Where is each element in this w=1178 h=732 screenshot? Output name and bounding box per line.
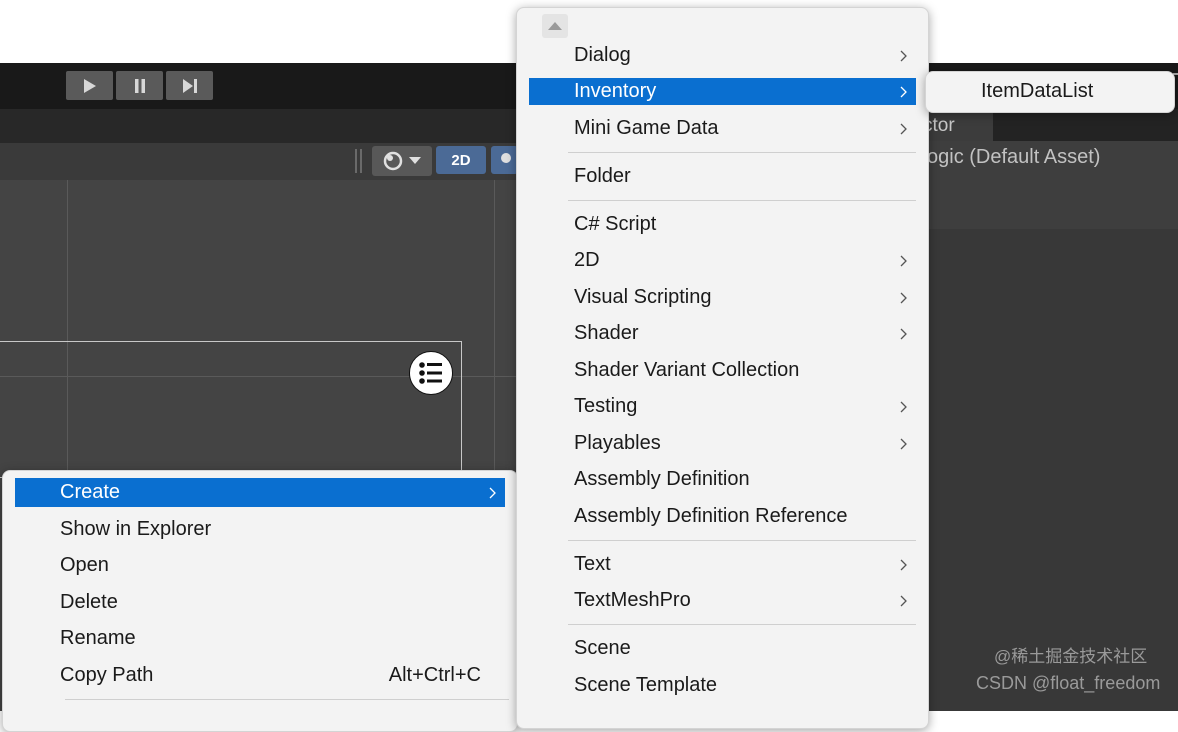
menu-item-inventory[interactable]: Inventory [529,78,916,105]
menu-item-assembly-definition[interactable]: Assembly Definition [529,465,916,494]
chevron-right-icon [896,283,910,312]
menu-item-label: Dialog [574,44,631,66]
step-icon [182,78,197,93]
menu-item-csharp-script[interactable]: C# Script [529,210,916,239]
menu-item-delete[interactable]: Delete [15,588,505,617]
create-submenu: Dialog Inventory Mini Game Data Folder C… [516,7,929,729]
pause-button[interactable] [116,71,163,100]
menu-item-label: C# Script [574,213,657,235]
menu-item-label: Open [60,554,109,576]
menu-item-label: Folder [574,165,631,187]
menu-item-label: Mini Game Data [574,117,719,139]
menu-item-label: Testing [574,395,638,417]
menu-item-text[interactable]: Text [529,550,916,579]
chevron-right-icon [896,429,910,458]
step-button[interactable] [166,71,213,100]
chevron-right-icon [896,114,910,143]
chevron-right-icon [896,550,910,579]
menu-separator [568,152,916,153]
shortcut-text: Alt+Ctrl+C [388,664,481,686]
sphere-icon [383,151,403,171]
mode-2d-button[interactable]: 2D [436,146,486,174]
menu-item-dialog[interactable]: Dialog [529,41,916,70]
light-bulb-icon [500,153,511,163]
menu-item-open[interactable]: Open [15,551,505,580]
menu-item-scene-template[interactable]: Scene Template [529,671,916,700]
project-context-menu: Create Show in Explorer Open Delete Rena… [2,470,518,732]
menu-item-label: Inventory [574,80,657,102]
toolbar-divider [355,149,357,173]
menu-item-label: Shader [574,322,639,344]
menu-item-label: 2D [574,249,600,271]
menu-item-copy-path[interactable]: Copy Path Alt+Ctrl+C [15,661,505,690]
scroll-up-arrow[interactable] [542,14,568,38]
scene-bounds-rect [0,341,462,478]
menu-item-label: Visual Scripting [574,286,712,308]
menu-item-create[interactable]: Create [15,478,505,507]
menu-item-label: Assembly Definition [574,468,750,490]
menu-item-show-in-explorer[interactable]: Show in Explorer [15,515,505,544]
chevron-right-icon [896,319,910,348]
menu-item-label: Copy Path [60,664,154,686]
chevron-right-icon [896,246,910,275]
play-button[interactable] [66,71,113,100]
chevron-down-icon [409,157,421,164]
chevron-right-icon [896,392,910,421]
menu-item-label: Delete [60,591,118,613]
tab-inspector[interactable]: ctor [920,111,993,141]
menu-item-playables[interactable]: Playables [529,429,916,458]
menu-item-mini-game-data[interactable]: Mini Game Data [529,114,916,143]
menu-item-textmeshpro[interactable]: TextMeshPro [529,586,916,615]
watermark: @稀土掘金技术社区 CSDN @float_freedom [976,647,1161,694]
menu-item-label: TextMeshPro [574,589,691,611]
menu-item-rename[interactable]: Rename [15,624,505,653]
menu-item-shader[interactable]: Shader [529,319,916,348]
menu-item-scene[interactable]: Scene [529,634,916,663]
menu-item-testing[interactable]: Testing [529,392,916,421]
menu-item-itemdatalist[interactable]: ItemDataList [936,77,1164,106]
menu-item-label: ItemDataList [981,80,1094,102]
menu-item-label: Assembly Definition Reference [574,505,848,527]
menu-item-folder[interactable]: Folder [529,162,916,191]
chevron-right-icon [896,78,910,105]
menu-separator [568,200,916,201]
play-icon [83,78,96,93]
chevron-right-icon [485,478,499,507]
menu-item-label: Shader Variant Collection [574,359,800,381]
menu-item-label: Text [574,553,611,575]
menu-separator [568,624,916,625]
toolbar-divider [360,149,362,173]
chevron-right-icon [896,41,910,70]
menu-item-assembly-definition-reference[interactable]: Assembly Definition Reference [529,502,916,531]
lighting-toggle-button[interactable] [491,146,518,174]
list-icon [419,362,442,384]
menu-item-label: Playables [574,432,661,454]
watermark-text: CSDN @float_freedom [976,673,1161,693]
list-node-icon[interactable] [409,351,453,395]
menu-item-label: Show in Explorer [60,518,212,540]
chevron-right-icon [896,586,910,615]
inspector-body [920,229,1178,711]
menu-item-2d[interactable]: 2D [529,246,916,275]
render-mode-dropdown[interactable] [372,146,432,176]
menu-item-label: Rename [60,627,136,649]
menu-item-label: Scene [574,637,631,659]
menu-separator [65,699,509,700]
mode-2d-label: 2D [451,151,471,169]
inventory-submenu: ItemDataList [925,71,1175,113]
menu-item-label: Create [60,481,121,503]
pause-icon [134,78,145,93]
watermark-cn: @稀土掘金技术社区 [994,647,1148,666]
menu-item-shader-variant-collection[interactable]: Shader Variant Collection [529,356,916,385]
triangle-up-icon [548,22,562,30]
menu-separator [568,540,916,541]
menu-item-visual-scripting[interactable]: Visual Scripting [529,283,916,312]
inspector-title: ogic (Default Asset) [927,146,1101,168]
menu-item-label: Scene Template [574,674,718,696]
